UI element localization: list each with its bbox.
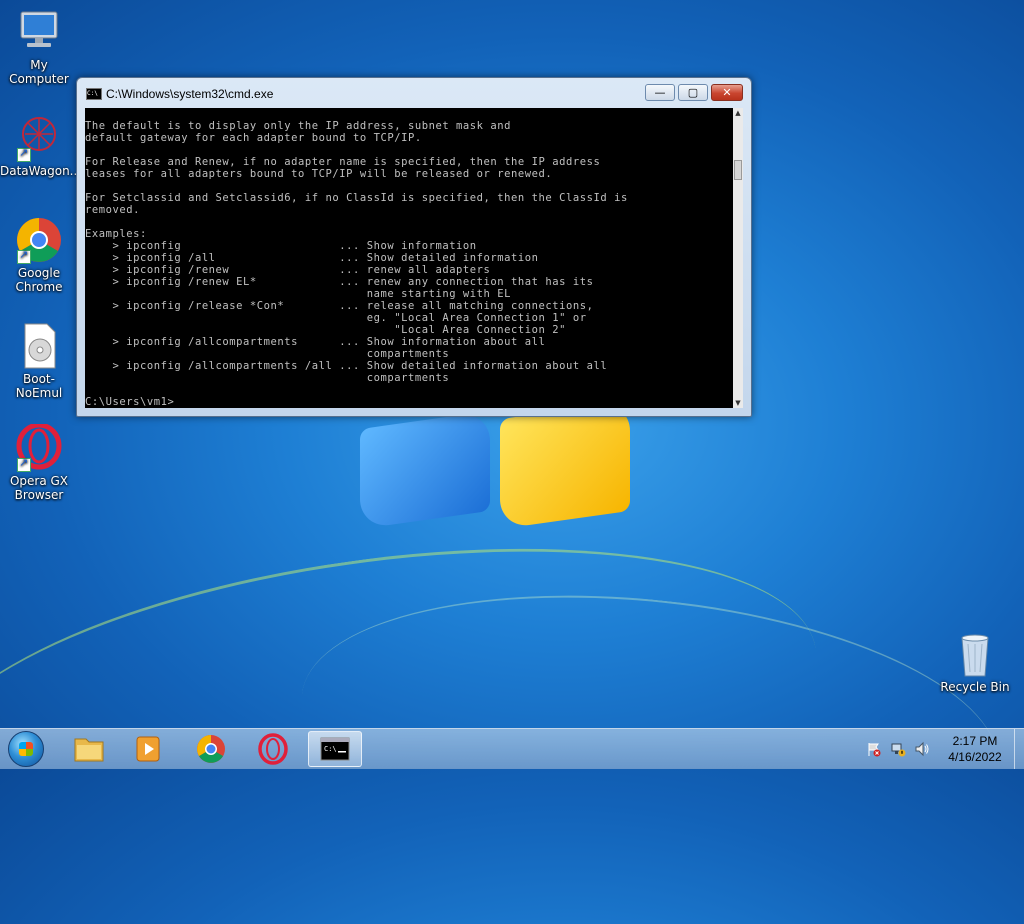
console-output[interactable]: The default is to display only the IP ad… — [85, 108, 733, 408]
desktop-icon-google-chrome[interactable]: Google Chrome — [0, 216, 78, 294]
console-text: The default is to display only the IP ad… — [85, 120, 628, 408]
logo-yellow-pane — [500, 400, 630, 530]
desktop-icon-label: My Computer — [9, 58, 69, 86]
volume-icon[interactable] — [914, 741, 930, 757]
minimize-icon: — — [654, 86, 666, 99]
start-button[interactable] — [8, 731, 44, 767]
datawagon-icon — [15, 114, 63, 162]
disc-image-icon — [15, 322, 63, 370]
scroll-up-icon[interactable]: ▲ — [733, 108, 743, 118]
cmd-title: C:\Windows\system32\cmd.exe — [106, 87, 274, 101]
scroll-down-icon[interactable]: ▼ — [733, 398, 743, 408]
scroll-thumb[interactable] — [734, 160, 742, 180]
maximize-button[interactable]: ▢ — [678, 84, 708, 101]
action-center-flag-icon[interactable] — [866, 741, 882, 757]
shortcut-arrow-icon — [17, 248, 31, 264]
desktop-icon-label: Recycle Bin — [940, 680, 1010, 694]
opera-gx-icon — [15, 422, 63, 472]
desktop-icon-my-computer[interactable]: My Computer — [0, 8, 78, 86]
folder-icon — [74, 738, 104, 762]
shortcut-arrow-icon — [17, 456, 31, 472]
maximize-icon: ▢ — [687, 86, 699, 99]
taskbar: C:\ 2:17 PM 4/16/2022 — [0, 728, 1024, 769]
close-button[interactable]: ✕ — [711, 84, 743, 101]
cmd-icon: C:\ — [86, 88, 102, 100]
show-desktop-button[interactable] — [1014, 729, 1024, 769]
taskbar-clock[interactable]: 2:17 PM 4/16/2022 — [940, 733, 1010, 765]
clock-date: 4/16/2022 — [948, 750, 1002, 764]
minimize-button[interactable]: — — [645, 84, 675, 101]
taskbar-media-player[interactable] — [122, 731, 176, 767]
opera-gx-icon — [258, 733, 288, 765]
media-player-icon — [136, 736, 160, 762]
taskbar-file-explorer[interactable] — [62, 731, 116, 767]
taskbar-opera[interactable] — [246, 731, 300, 767]
computer-icon — [15, 8, 63, 56]
cmd-window[interactable]: C:\ C:\Windows\system32\cmd.exe — ▢ ✕ Th… — [76, 77, 752, 417]
windows-flag-icon — [19, 742, 33, 756]
clock-time: 2:17 PM — [952, 734, 998, 748]
recycle-bin-icon — [951, 630, 999, 678]
desktop-icon-label: Google Chrome — [15, 266, 63, 294]
desktop-icon-boot-noemul[interactable]: Boot-NoEmul — [0, 322, 78, 400]
desktop-icon-label: DataWagon... — [0, 164, 82, 178]
chrome-icon — [15, 216, 63, 264]
desktop-icon-label: Opera GX Browser — [9, 474, 69, 502]
vertical-scrollbar[interactable]: ▲ ▼ — [733, 108, 743, 408]
cmd-icon: C:\ — [320, 737, 350, 761]
logo-blue-pane — [360, 410, 490, 530]
taskbar-chrome[interactable] — [184, 731, 238, 767]
cmd-titlebar[interactable]: C:\ C:\Windows\system32\cmd.exe — ▢ ✕ — [77, 78, 751, 108]
chrome-icon — [197, 735, 225, 763]
desktop-icon-opera-gx[interactable]: Opera GX Browser — [0, 422, 78, 502]
network-icon[interactable] — [890, 741, 906, 757]
svg-text:C:\: C:\ — [324, 745, 337, 753]
shortcut-arrow-icon — [17, 146, 31, 162]
desktop-icon-recycle-bin[interactable]: Recycle Bin — [936, 630, 1014, 694]
desktop-icon-label: Boot-NoEmul — [15, 372, 63, 400]
taskbar-cmd[interactable]: C:\ — [308, 731, 362, 767]
desktop-icon-datawagon[interactable]: DataWagon... — [0, 114, 82, 178]
close-icon: ✕ — [722, 86, 732, 99]
system-tray — [862, 735, 942, 763]
